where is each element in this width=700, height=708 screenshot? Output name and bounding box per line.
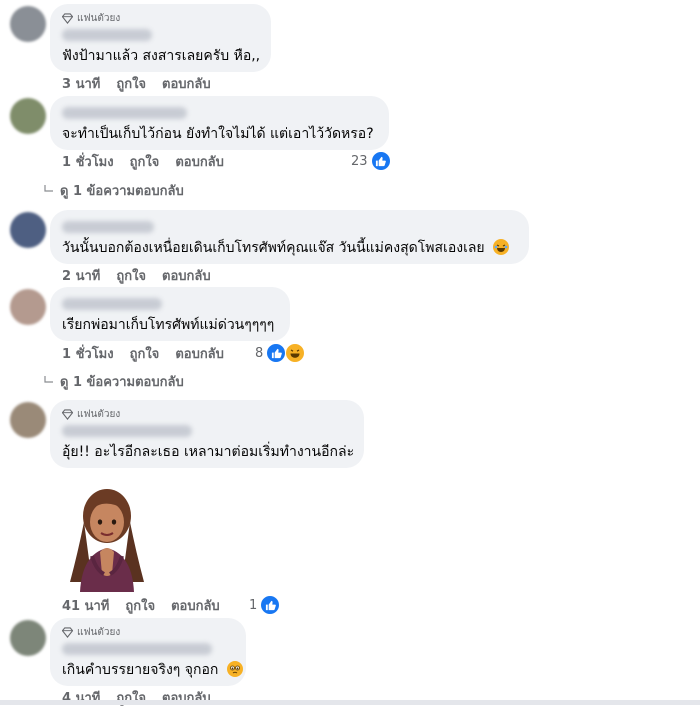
avatar[interactable] (10, 6, 46, 42)
comment-bubble: จะทำเป็นเก็บไว้ก่อน ยังทำใจไม่ได้ แต่เอา… (50, 96, 389, 150)
comment-bubble: แฟนตัวยง เกินคำบรรยายจริงๆ จุกอก (50, 618, 246, 686)
diamond-icon (62, 626, 73, 638)
comment-bubble: แฟนตัวยง ฟังป้ามาแล้ว สงสารเลยครับ หือ,, (50, 4, 271, 72)
avatar[interactable] (10, 620, 46, 656)
avatar[interactable] (10, 98, 46, 134)
like-button[interactable]: ถูกใจ (116, 265, 146, 286)
laughing-emoji-icon (493, 239, 510, 255)
view-replies-link[interactable]: ดู 1 ข้อความตอบกลับ (44, 181, 184, 199)
timestamp[interactable]: 3 นาที (62, 73, 100, 94)
author-name[interactable] (62, 107, 187, 119)
reply-button[interactable]: ตอบกลับ (162, 73, 211, 94)
comment-bubble: วันนั้นบอกต้องเหนื่อยเดินเก็บโทรศัพท์คุณ… (50, 210, 529, 264)
avatar[interactable] (10, 289, 46, 325)
diamond-icon (62, 408, 73, 420)
comment-text: วันนั้นบอกต้องเหนื่อยเดินเก็บโทรศัพท์คุณ… (62, 239, 517, 257)
badge-label: แฟนตัวยง (77, 626, 121, 638)
reaction-count: 1 (249, 597, 258, 613)
comment-bubble: เรียกพ่อมาเก็บโทรศัพท์แม่ด่วนๆๆๆๆ (50, 287, 290, 341)
like-icon (266, 343, 287, 363)
avatar[interactable] (10, 212, 46, 248)
comment-bubble: แฟนตัวยง อุ้ย!! อะไรอีกละเธอ เหลามาต่อมเ… (50, 400, 364, 468)
view-replies-label: ดู 1 ข้อความตอบกลับ (60, 183, 184, 199)
reply-button[interactable]: ตอบกลับ (175, 151, 224, 172)
comment-text-body: วันนั้นบอกต้องเหนื่อยเดินเก็บโทรศัพท์คุณ… (62, 240, 485, 256)
timestamp[interactable]: 1 ชั่วโมง (62, 343, 114, 364)
comment-text-body: เกินคำบรรยายจริงๆ จุกอก (62, 662, 219, 678)
comment-actions: 41 นาที ถูกใจ ตอบกลับ (62, 596, 220, 614)
reaction-count: 8 (255, 345, 264, 361)
top-fan-badge[interactable]: แฟนตัวยง (62, 11, 259, 25)
reply-arrow-icon (44, 376, 53, 383)
reply-button[interactable]: ตอบกลับ (175, 343, 224, 364)
timestamp[interactable]: 1 ชั่วโมง (62, 151, 114, 172)
comment-text: เกินคำบรรยายจริงๆ จุกอก (62, 661, 243, 679)
author-name[interactable] (62, 29, 152, 41)
bottom-divider (0, 700, 700, 705)
author-name[interactable] (62, 221, 154, 233)
reaction-summary[interactable]: 8 (255, 343, 306, 363)
badge-label: แฟนตัวยง (77, 408, 121, 420)
view-replies-label: ดู 1 ข้อความตอบกลับ (60, 374, 184, 390)
like-icon (370, 151, 391, 171)
comment-actions: 2 นาที ถูกใจ ตอบกลับ (62, 266, 211, 284)
comment-actions: 3 นาที ถูกใจ ตอบกลับ (62, 74, 211, 92)
like-button[interactable]: ถูกใจ (125, 595, 155, 616)
like-button[interactable]: ถูกใจ (116, 73, 146, 94)
reaction-summary[interactable]: 23 (351, 151, 391, 171)
teary-emoji-icon (226, 661, 243, 677)
badge-label: แฟนตัวยง (77, 12, 121, 24)
timestamp[interactable]: 41 นาที (62, 595, 109, 616)
author-name[interactable] (62, 298, 162, 310)
like-icon (260, 595, 281, 615)
comment-text: อุ้ย!! อะไรอีกละเธอ เหลามาต่อมเริ่มทำงาน… (62, 444, 355, 460)
reply-arrow-icon (44, 185, 53, 192)
comment-text: จะทำเป็นเก็บไว้ก่อน ยังทำใจไม่ได้ แต่เอา… (62, 126, 374, 142)
author-name[interactable] (62, 643, 212, 655)
avatar[interactable] (10, 402, 46, 438)
like-button[interactable]: ถูกใจ (130, 343, 160, 364)
reply-button[interactable]: ตอบกลับ (171, 595, 220, 616)
comment-text: ฟังป้ามาแล้ว สงสารเลยครับ หือ,, (62, 48, 261, 64)
praying-woman-sticker[interactable] (62, 482, 152, 592)
timestamp[interactable]: 2 นาที (62, 265, 100, 286)
comment-actions: 1 ชั่วโมง ถูกใจ ตอบกลับ (62, 152, 224, 170)
comment-text: เรียกพ่อมาเก็บโทรศัพท์แม่ด่วนๆๆๆๆ (62, 317, 275, 333)
top-fan-badge[interactable]: แฟนตัวยง (62, 625, 234, 639)
reaction-summary[interactable]: 1 (249, 595, 281, 615)
diamond-icon (62, 12, 73, 24)
reaction-count: 23 (351, 153, 368, 169)
laugh-icon (285, 343, 306, 363)
view-replies-link[interactable]: ดู 1 ข้อความตอบกลับ (44, 372, 184, 390)
author-name[interactable] (62, 425, 192, 437)
reply-button[interactable]: ตอบกลับ (162, 265, 211, 286)
comment-actions: 1 ชั่วโมง ถูกใจ ตอบกลับ (62, 344, 224, 362)
like-button[interactable]: ถูกใจ (130, 151, 160, 172)
top-fan-badge[interactable]: แฟนตัวยง (62, 407, 352, 421)
